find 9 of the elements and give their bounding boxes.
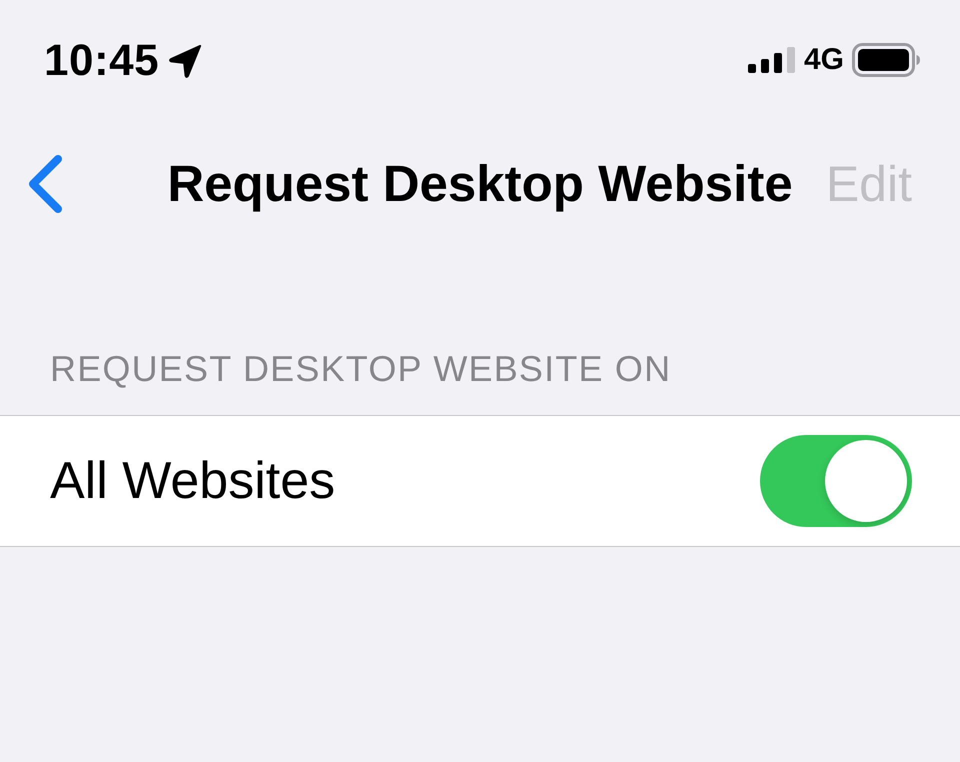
status-time: 10:45 — [44, 38, 160, 84]
chevron-left-icon — [26, 154, 64, 214]
page-title: Request Desktop Website — [167, 155, 793, 213]
signal-bars-icon — [748, 47, 796, 73]
battery-icon — [852, 43, 920, 77]
location-arrow-icon — [169, 44, 204, 78]
row-label: All Websites — [50, 451, 336, 511]
section-header: REQUEST DESKTOP WEBSITE ON — [50, 348, 672, 390]
network-type: 4G — [804, 43, 844, 77]
